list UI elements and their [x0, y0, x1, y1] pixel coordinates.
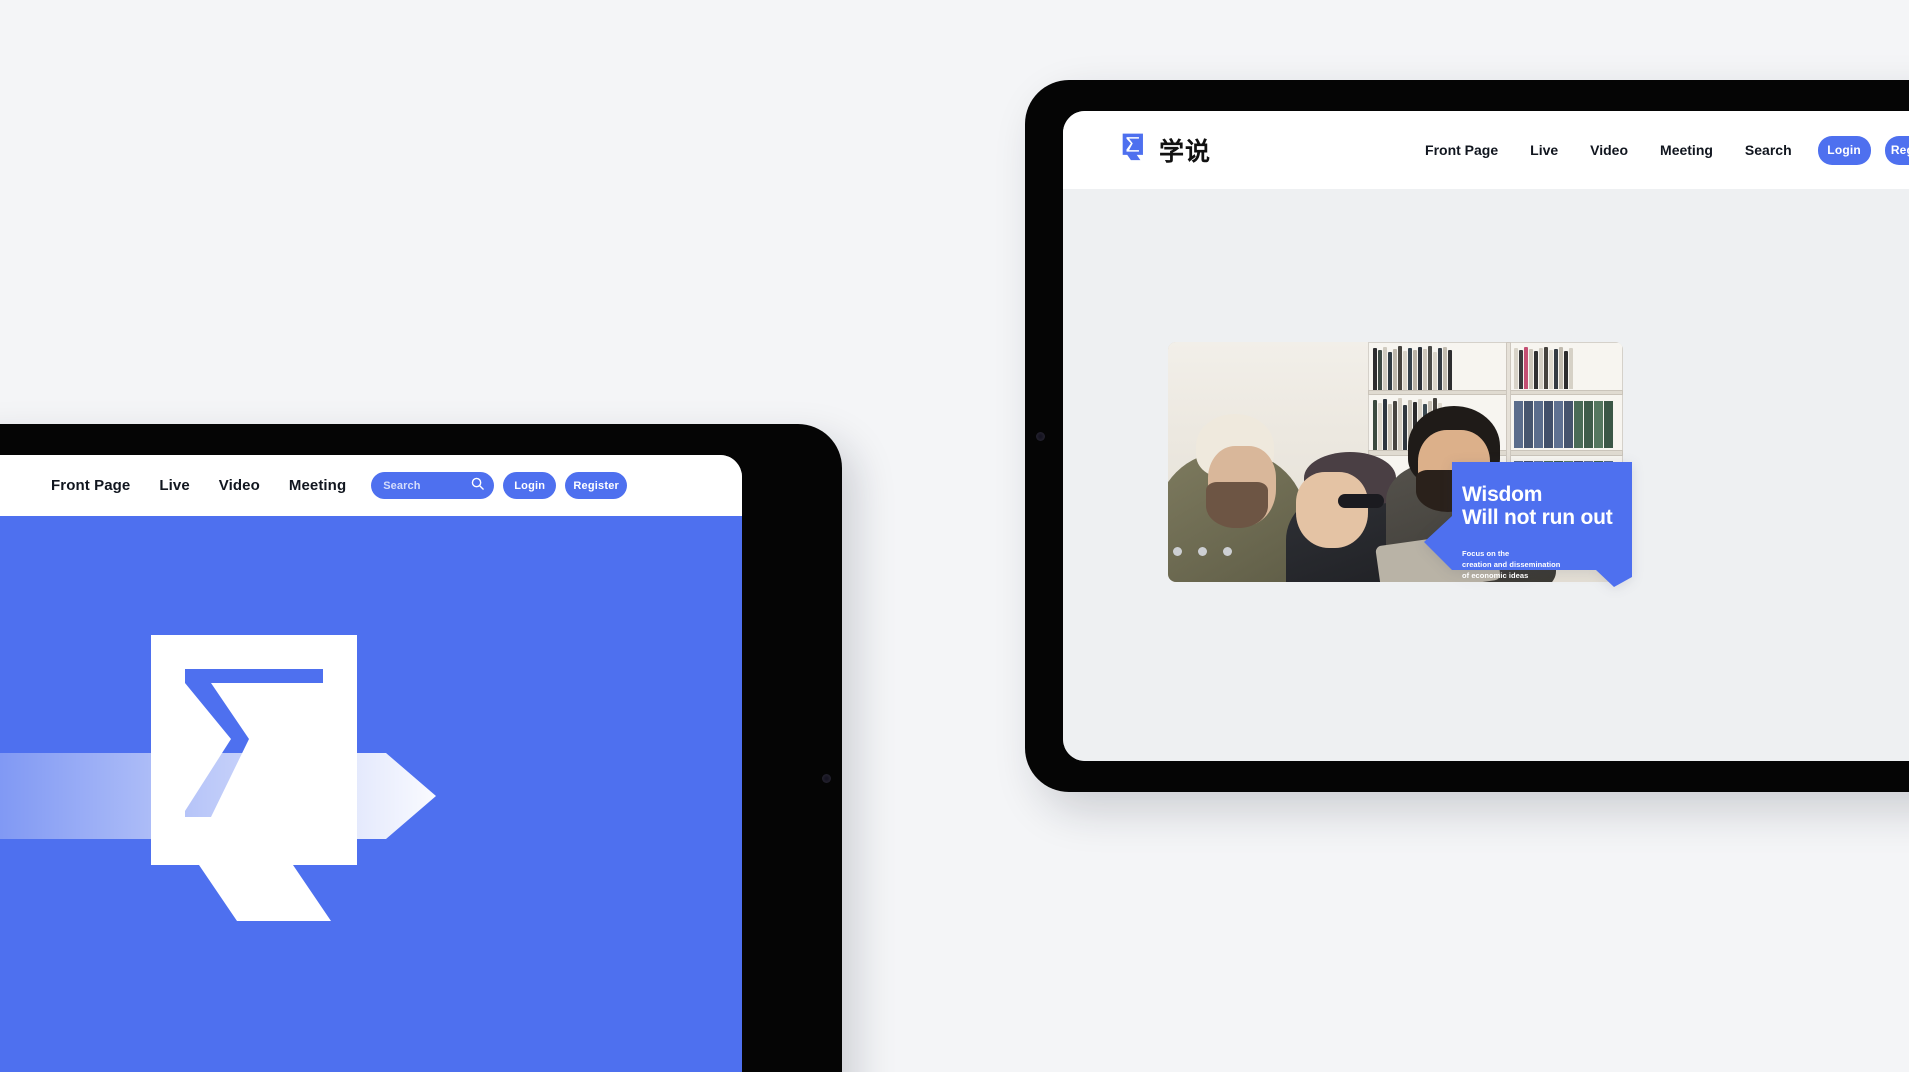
quote-sub-line1: Focus on the [1462, 549, 1510, 559]
carousel-dot-3[interactable] [1223, 547, 1232, 556]
hero-carousel: Wisdom Will not run out Focus on the cre… [1063, 189, 1909, 761]
sunglasses [1338, 494, 1384, 508]
sigma-speech-bubble-logo-icon [1117, 132, 1149, 169]
nav-item-video[interactable]: Video [1590, 142, 1628, 158]
brand-logo[interactable]: 学说 [1117, 132, 1211, 169]
quote-headline-line2: Will not run out [1462, 505, 1613, 529]
carousel-dot-1[interactable] [1173, 547, 1182, 556]
tablet-device-right: 学说 Front Page Live Video Meeting Search … [1025, 80, 1909, 792]
nav-item-live[interactable]: Live [1530, 142, 1558, 158]
nav-item-search[interactable]: Search [1745, 142, 1792, 158]
nav-links-left: Front Page Live Video Meeting [51, 477, 346, 494]
nav-item-front-page[interactable]: Front Page [51, 477, 130, 494]
front-camera-dot [822, 774, 831, 783]
quote-sub-line3: of economic ideas [1462, 571, 1529, 581]
carousel-dots [1173, 547, 1232, 556]
screenshot-canvas: Front Page Live Video Meeting Search Log… [0, 0, 1909, 1072]
tablet-screen-right: 学说 Front Page Live Video Meeting Search … [1063, 111, 1909, 761]
hero-brand-panel [0, 516, 742, 1072]
quote-sub-line2: creation and dissemination [1462, 560, 1561, 570]
carousel-dot-2[interactable] [1198, 547, 1207, 556]
brand-name: 学说 [1159, 138, 1212, 166]
nav-item-video[interactable]: Video [219, 477, 260, 494]
quote-headline-line1: Wisdom [1462, 483, 1543, 506]
sigma-speech-bubble-mark-icon [81, 621, 431, 971]
front-camera-dot [1036, 432, 1045, 441]
search-placeholder: Search [383, 479, 421, 492]
login-button[interactable]: Login [503, 472, 557, 499]
search-icon[interactable] [470, 476, 485, 496]
search-input[interactable]: Search [371, 472, 495, 499]
nav-links-right: Front Page Live Video Meeting Search [1425, 142, 1792, 158]
login-button[interactable]: Login [1817, 135, 1871, 165]
hero-quote-card: Wisdom Will not run out Focus on the cre… [1418, 462, 1632, 587]
nav-item-live[interactable]: Live [159, 477, 189, 494]
navbar-right: 学说 Front Page Live Video Meeting Search … [1063, 111, 1909, 189]
register-button[interactable]: Register [1884, 135, 1909, 165]
tablet-device-left: Front Page Live Video Meeting Search Log… [0, 424, 842, 1072]
nav-item-meeting[interactable]: Meeting [289, 477, 346, 494]
tablet-screen-left: Front Page Live Video Meeting Search Log… [0, 455, 742, 1072]
nav-item-meeting[interactable]: Meeting [1660, 142, 1713, 158]
navbar-left: Front Page Live Video Meeting Search Log… [0, 455, 742, 516]
register-button[interactable]: Register [565, 472, 628, 499]
nav-item-front-page[interactable]: Front Page [1425, 142, 1498, 158]
